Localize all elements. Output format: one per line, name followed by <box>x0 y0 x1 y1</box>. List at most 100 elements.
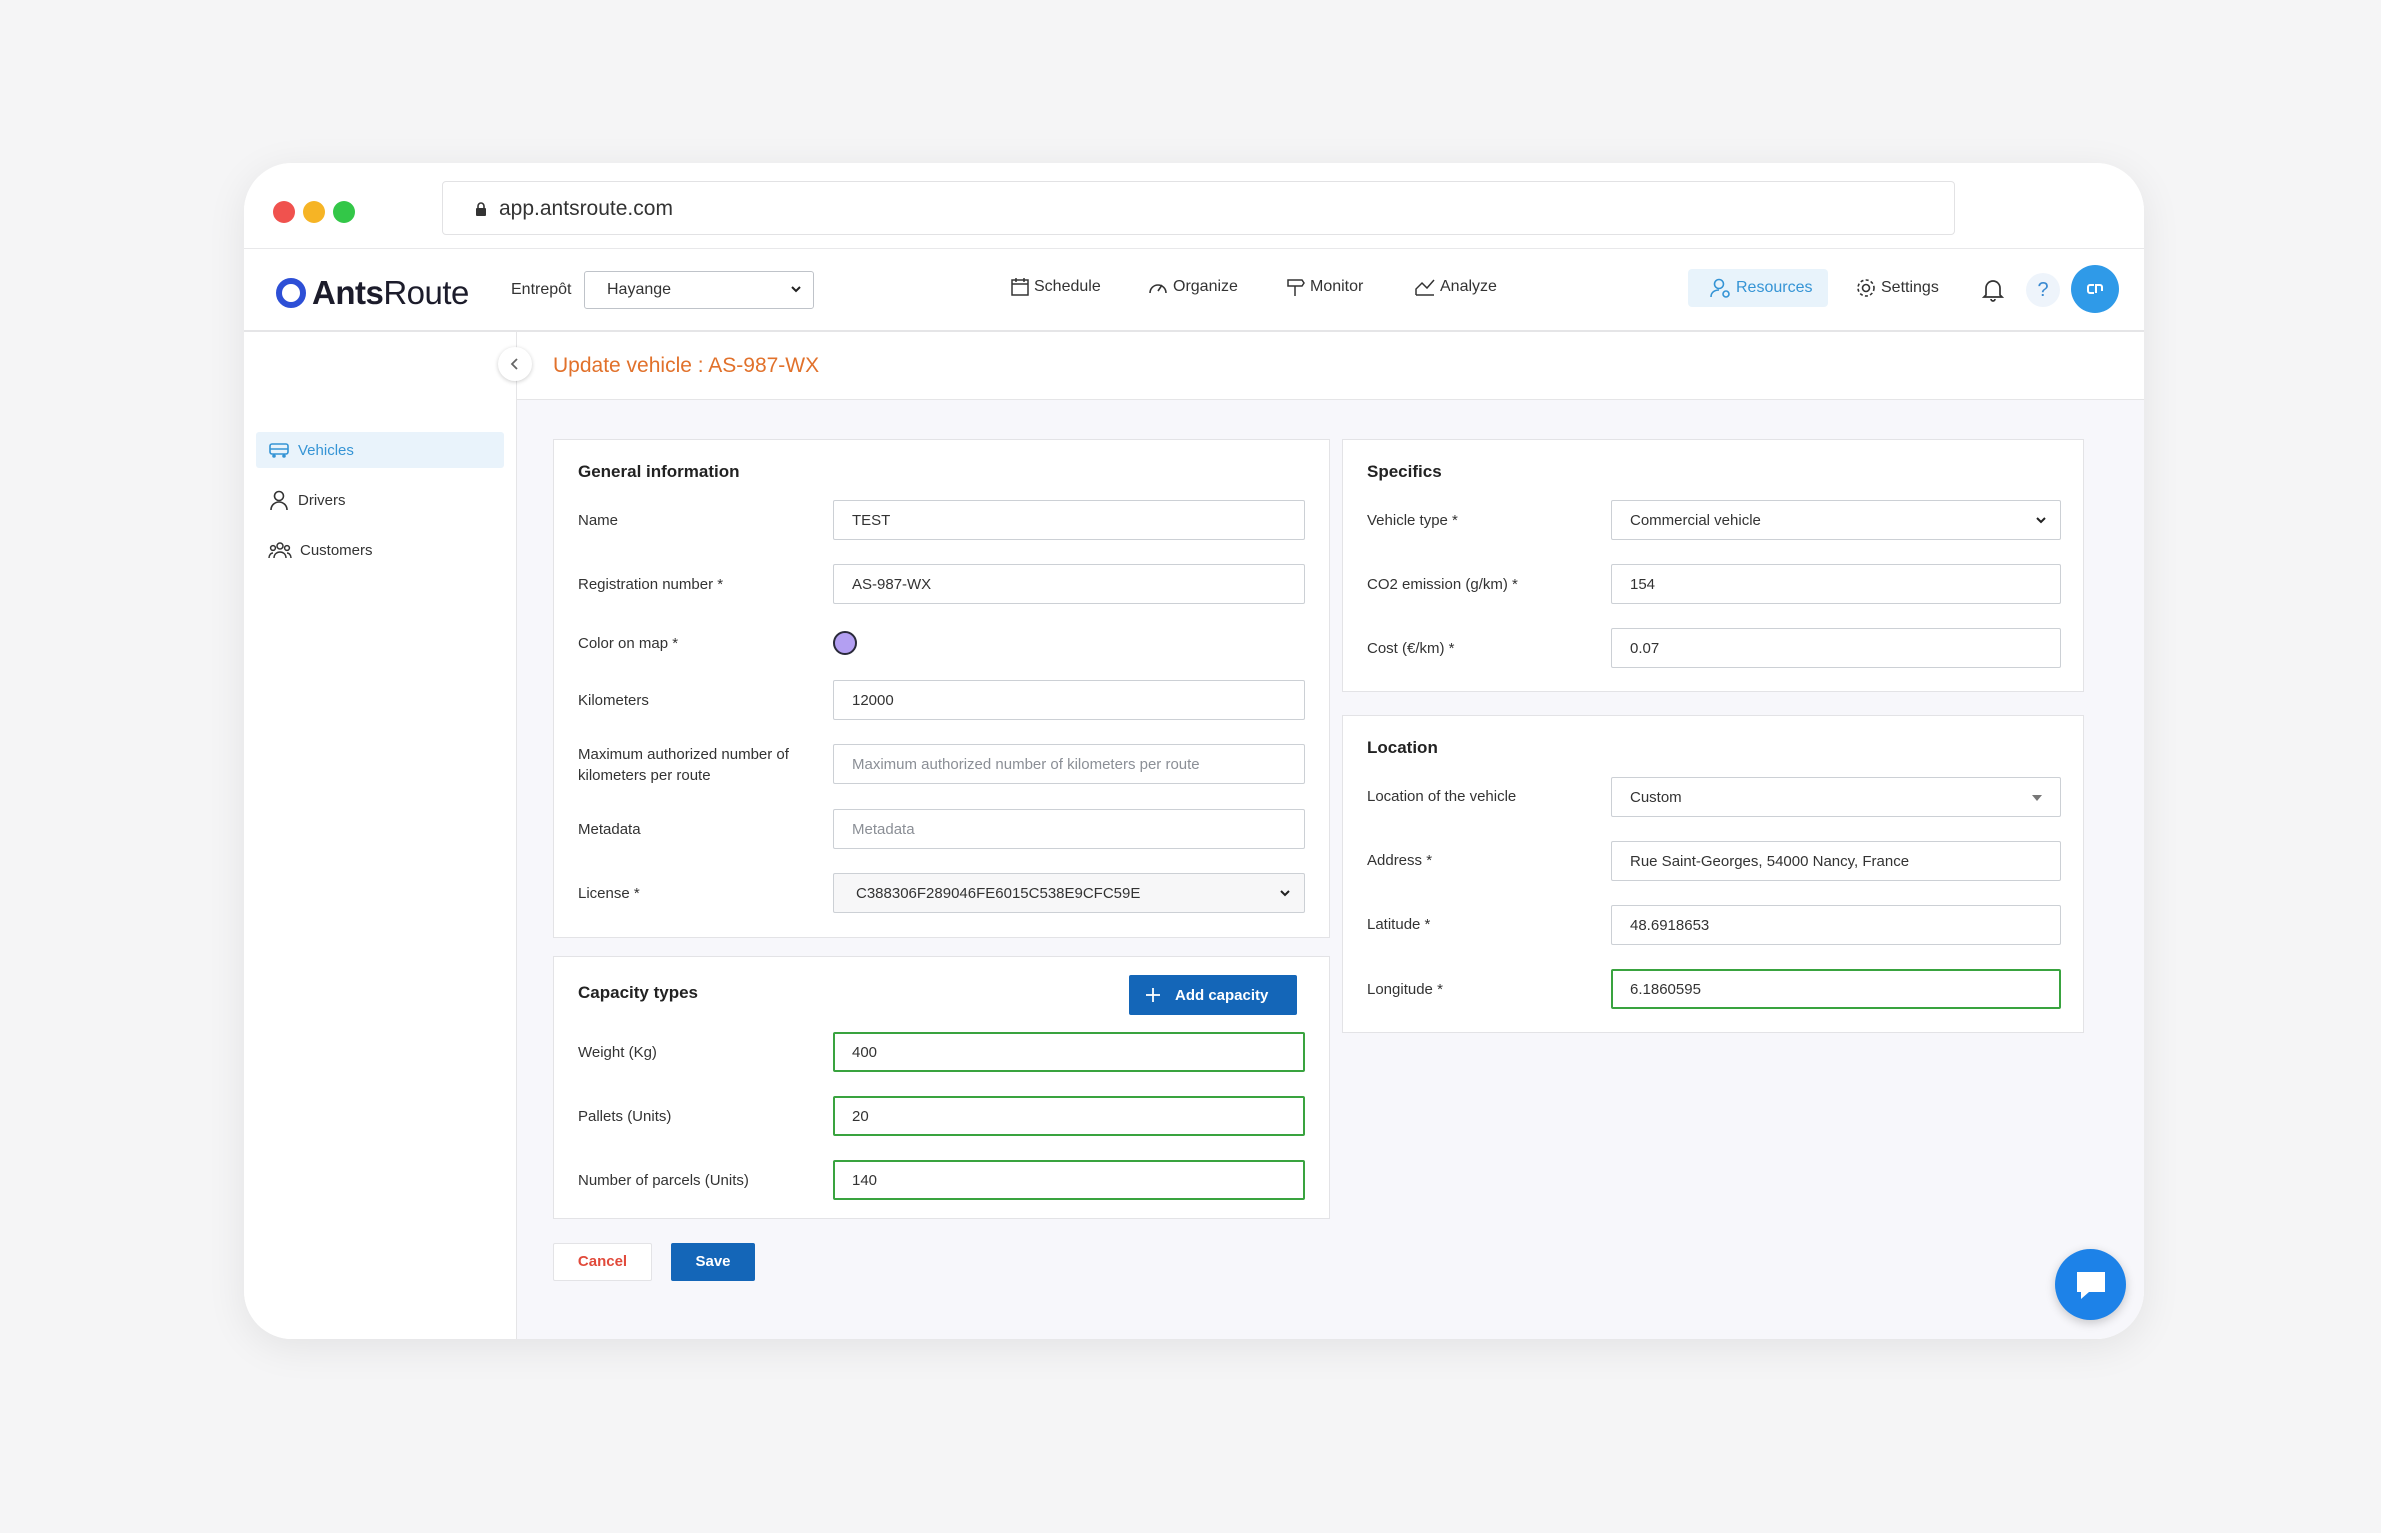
chevron-down-icon <box>791 286 801 293</box>
kilometers-label: Kilometers <box>578 692 649 709</box>
bell-icon[interactable] <box>1982 277 2004 303</box>
nav-organize[interactable]: Organize <box>1147 277 1238 297</box>
specifics-card: Specifics Vehicle type * Commercial vehi… <box>1342 439 2084 692</box>
sidebar-item-label: Drivers <box>298 491 346 509</box>
user-initials-icon <box>2087 284 2103 294</box>
save-button[interactable]: Save <box>671 1243 755 1281</box>
sidebar-item-drivers[interactable]: Drivers <box>256 482 504 518</box>
color-picker[interactable] <box>833 631 857 655</box>
card-heading: General information <box>578 462 740 481</box>
co2-input[interactable]: 154 <box>1611 564 2061 604</box>
logo-icon <box>276 278 306 308</box>
plus-icon <box>1146 988 1160 1002</box>
calendar-icon <box>1011 278 1029 296</box>
lock-icon <box>476 202 486 216</box>
entrepot-select[interactable]: Hayange <box>584 271 814 309</box>
maximize-window-button[interactable] <box>333 201 355 223</box>
name-label: Name <box>578 512 619 529</box>
weight-input[interactable]: 400 <box>833 1032 1305 1072</box>
add-capacity-label: Add capacity <box>1175 986 1269 1004</box>
chevron-down-icon <box>2036 517 2046 524</box>
cost-label: Cost (€/km) * <box>1367 640 1455 657</box>
location-card: Location Location of the vehicle Custom … <box>1342 715 2084 1033</box>
help-button[interactable]: ? <box>2026 273 2060 307</box>
sidebar-item-label: Customers <box>300 541 373 559</box>
entrepot-label: Entrepôt <box>511 281 572 298</box>
nav-settings[interactable]: Settings <box>1855 277 1939 299</box>
sidebar: Vehicles Drivers Customers <box>244 332 517 1339</box>
parcels-input[interactable]: 140 <box>833 1160 1305 1200</box>
gear-icon <box>1857 279 1875 297</box>
cost-input[interactable]: 0.07 <box>1611 628 2061 668</box>
user-gear-icon <box>1710 278 1730 298</box>
chat-button[interactable] <box>2055 1249 2126 1320</box>
latitude-label: Latitude * <box>1367 916 1431 933</box>
nav-analyze[interactable]: Analyze <box>1414 277 1497 297</box>
nav-settings-label: Settings <box>1881 279 1939 296</box>
kilometers-input[interactable]: 12000 <box>833 680 1305 720</box>
metadata-label: Metadata <box>578 821 641 838</box>
max-km-label: Maximum authorized number of kilometers … <box>578 746 789 784</box>
max-km-input[interactable]: Maximum authorized number of kilometers … <box>833 744 1305 784</box>
capacity-label: Pallets (Units) <box>578 1108 672 1125</box>
triangle-down-icon <box>2032 795 2042 801</box>
address-bar[interactable]: app.antsroute.com <box>442 181 1955 235</box>
collapse-sidebar-button[interactable] <box>498 347 532 381</box>
sidebar-item-customers[interactable]: Customers <box>256 532 504 568</box>
chart-icon <box>1415 279 1435 296</box>
capacity-types-card: Capacity types Add capacity Weight (Kg) … <box>553 956 1330 1219</box>
add-capacity-button[interactable]: Add capacity <box>1129 975 1297 1015</box>
app-header: Ants Route Entrepôt Hayange Schedule Orga… <box>244 249 2144 332</box>
address-input[interactable]: Rue Saint-Georges, 54000 Nancy, France <box>1611 841 2061 881</box>
sidebar-item-vehicles[interactable]: Vehicles <box>256 432 504 468</box>
sidebar-item-label: Vehicles <box>298 441 354 459</box>
capacity-label: Number of parcels (Units) <box>578 1172 749 1189</box>
entrepot-value: Hayange <box>607 281 672 298</box>
co2-label: CO2 emission (g/km) * <box>1367 576 1518 593</box>
nav-schedule[interactable]: Schedule <box>1010 277 1101 297</box>
nav-organize-label: Organize <box>1173 278 1238 295</box>
signpost-icon <box>1287 279 1305 296</box>
address-label: Address * <box>1367 852 1433 869</box>
latitude-input[interactable]: 48.6918653 <box>1611 905 2061 945</box>
gauge-icon <box>1149 284 1167 294</box>
nav-resources-label: Resources <box>1736 279 1813 296</box>
vehicle-type-label: Vehicle type * <box>1367 512 1458 529</box>
longitude-label: Longitude * <box>1367 981 1443 998</box>
metadata-input[interactable]: Metadata <box>833 809 1305 849</box>
nav-schedule-label: Schedule <box>1034 278 1101 295</box>
vehicle-type-value: Commercial vehicle <box>1630 512 1761 529</box>
pallets-input[interactable]: 20 <box>833 1096 1305 1136</box>
nav-monitor[interactable]: Monitor <box>1286 277 1363 297</box>
license-label: License * <box>578 885 640 902</box>
nav-monitor-label: Monitor <box>1310 278 1364 295</box>
logo-text-bold: Ants <box>312 274 384 311</box>
nav-analyze-label: Analyze <box>1440 278 1497 295</box>
user-icon <box>270 490 288 511</box>
vehicle-type-select[interactable]: Commercial vehicle <box>1611 500 2061 540</box>
license-value: C388306F289046FE6015C538E9CFC59E <box>856 885 1141 902</box>
antsroute-logo[interactable]: Ants Route <box>276 273 469 313</box>
close-window-button[interactable] <box>273 201 295 223</box>
color-label: Color on map * <box>578 635 679 652</box>
nav-resources[interactable]: Resources <box>1688 269 1828 307</box>
card-heading: Capacity types <box>578 983 698 1002</box>
chat-bubble-icon <box>2076 1271 2105 1299</box>
license-select[interactable]: C388306F289046FE6015C538E9CFC59E <box>833 873 1305 913</box>
truck-icon <box>269 443 289 458</box>
location-type-select[interactable]: Custom <box>1611 777 2061 817</box>
page-title: Update vehicle : AS-987-WX <box>553 354 820 377</box>
main-content: Update vehicle : AS-987-WX General infor… <box>517 332 2144 1339</box>
page-title-bar: Update vehicle : AS-987-WX <box>517 332 2144 400</box>
cancel-button[interactable]: Cancel <box>553 1243 652 1281</box>
registration-label: Registration number * <box>578 576 724 593</box>
avatar[interactable] <box>2071 265 2119 313</box>
card-heading: Specifics <box>1367 462 1442 481</box>
minimize-window-button[interactable] <box>303 201 325 223</box>
chevron-down-icon <box>1280 890 1290 897</box>
chevron-left-icon <box>510 358 518 370</box>
longitude-input[interactable]: 6.1860595 <box>1611 969 2061 1009</box>
registration-input[interactable]: AS-987-WX <box>833 564 1305 604</box>
name-input[interactable]: TEST <box>833 500 1305 540</box>
location-type-label: Location of the vehicle <box>1367 788 1517 805</box>
